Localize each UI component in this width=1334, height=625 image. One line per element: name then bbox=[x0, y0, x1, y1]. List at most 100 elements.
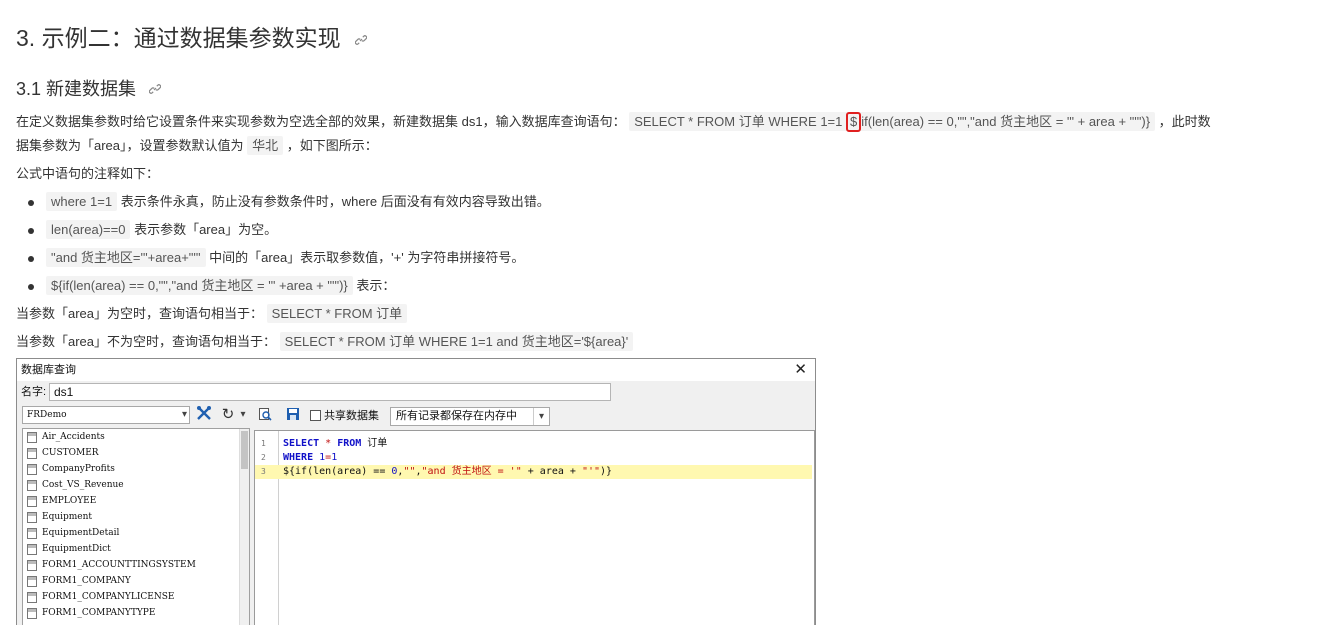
subsection-title-text: 3.1 新建数据集 bbox=[16, 79, 137, 99]
code-token: + area + bbox=[521, 466, 582, 477]
table-icon bbox=[27, 512, 37, 523]
datasource-select[interactable]: FRDemo ▾ bbox=[22, 406, 190, 424]
list-item[interactable]: CUSTOMER bbox=[23, 445, 249, 461]
paragraph-text: 当参数「area」为空时，查询语句相当于： bbox=[16, 306, 264, 321]
code-text: ${if(len(area) == 0,"","and 货主地区 = '" + … bbox=[283, 465, 612, 479]
code-token: "" bbox=[403, 466, 416, 477]
memory-option-select[interactable]: 所有记录都保存在内存中 ▾ bbox=[390, 407, 550, 426]
list-item[interactable]: Air_Accidents bbox=[23, 429, 249, 445]
highlight-box: $ bbox=[846, 112, 862, 132]
preview-icon[interactable] bbox=[256, 407, 274, 425]
chevron-down-icon[interactable]: ▾ bbox=[238, 405, 248, 425]
list-item[interactable]: FORM1_COMPANYTYPE bbox=[23, 605, 249, 621]
query-panel: 共享数据集 所有记录都保存在内存中 ▾ 1 SELECT * FROM 订单 2 WH… bbox=[254, 404, 815, 625]
tools-icon[interactable] bbox=[194, 405, 214, 425]
save-icon[interactable] bbox=[284, 407, 302, 425]
list-item[interactable]: FORM1_COMPANY bbox=[23, 573, 249, 589]
link-icon[interactable] bbox=[148, 83, 162, 98]
table-icon bbox=[27, 608, 37, 619]
paragraph-text: ，如下图所示： bbox=[286, 138, 378, 153]
name-label: 名字: bbox=[21, 386, 47, 398]
inline-code: ${if(len(area) == 0,"","and 货主地区 = '" +a… bbox=[46, 276, 353, 295]
code-text: SELECT * FROM 订单 bbox=[283, 437, 387, 451]
refresh-icon[interactable]: ↻ bbox=[218, 405, 238, 425]
list-item[interactable]: FORM1_ACCOUNTTINGSYSTEM bbox=[23, 557, 249, 573]
checkbox[interactable] bbox=[310, 410, 321, 421]
paragraph-text: 当参数「area」不为空时，查询语句相当于： bbox=[16, 334, 277, 349]
list-item[interactable]: EMPLOYEE bbox=[23, 493, 249, 509]
list-item-text: 表示条件永真，防止没有参数条件时，where 后面没有有效内容导致出错。 bbox=[120, 194, 550, 209]
scrollbar[interactable] bbox=[239, 429, 249, 625]
code-token: 1 bbox=[331, 452, 338, 463]
sql-editor[interactable]: 1 SELECT * FROM 订单 2 WHERE 1=1 3 ${if(len(are… bbox=[254, 430, 815, 625]
close-icon[interactable]: ✕ bbox=[794, 360, 807, 380]
list-item[interactable]: CompanyProfits bbox=[23, 461, 249, 477]
inline-code: SELECT * FROM 订单 bbox=[266, 304, 408, 323]
code-token: 1 bbox=[313, 452, 326, 463]
chevron-down-icon: ▾ bbox=[533, 408, 549, 425]
code-token: "'" bbox=[581, 466, 601, 477]
table-icon bbox=[27, 448, 37, 459]
name-row: 名字: ds1 bbox=[17, 381, 815, 403]
link-icon[interactable] bbox=[354, 34, 368, 49]
subsection-title: 3.1 新建数据集 bbox=[16, 75, 162, 101]
table-icon bbox=[27, 592, 37, 603]
table-icon bbox=[27, 528, 37, 539]
name-input[interactable]: ds1 bbox=[49, 383, 611, 401]
share-dataset-label: 共享数据集 bbox=[324, 410, 379, 422]
inline-code-default: 华北 bbox=[247, 136, 284, 155]
code-token: )} bbox=[600, 466, 613, 477]
list-item[interactable]: Equipment bbox=[23, 509, 249, 525]
notes-list: where 1=1 表示条件永真，防止没有参数条件时，where 后面没有有效内… bbox=[16, 188, 550, 300]
database-query-dialog: 数据库查询 ✕ 名字: ds1 FRDemo ▾ ↻ ▾ Air_Acciden… bbox=[16, 358, 816, 625]
paragraph-text: ，此时数 bbox=[1158, 114, 1211, 129]
table-icon bbox=[27, 576, 37, 587]
list-item[interactable]: EquipmentDict bbox=[23, 541, 249, 557]
scrollbar-thumb[interactable] bbox=[241, 431, 248, 469]
inline-code: where 1=1 bbox=[46, 192, 118, 211]
inline-code-query: SELECT * FROM 订单 WHERE 1=1 $ if(len(area)… bbox=[629, 112, 1156, 132]
code-token: SELECT bbox=[283, 438, 320, 449]
list-item-text: 中间的「area」表示取参数值，'+' 为字符串拼接符号。 bbox=[209, 250, 525, 265]
paragraph-text: 在定义数据集参数时给它设置条件来实现参数为空选全部的效果，新建数据集 ds1，输… bbox=[16, 114, 626, 129]
line-number: 1 bbox=[261, 439, 266, 448]
memory-option-value: 所有记录都保存在内存中 bbox=[396, 410, 517, 422]
list-item[interactable]: Cost_VS_Revenue bbox=[23, 477, 249, 493]
table-icon bbox=[27, 560, 37, 571]
datasource-value: FRDemo bbox=[27, 410, 67, 420]
list-item[interactable]: FORM1_COMPANYLICENSE bbox=[23, 589, 249, 605]
code-token: 订单 bbox=[361, 438, 388, 449]
dialog-titlebar: 数据库查询 ✕ bbox=[17, 359, 815, 381]
list-item[interactable]: EquipmentDetail bbox=[23, 525, 249, 541]
list-item-text: 表示参数「area」为空。 bbox=[134, 222, 278, 237]
inline-code: len(area)==0 bbox=[46, 220, 131, 239]
line-number: 2 bbox=[261, 453, 266, 462]
code-token: WHERE bbox=[283, 452, 314, 463]
inline-code: SELECT * FROM 订单 WHERE 1=1 and 货主地区='${a… bbox=[279, 332, 634, 351]
section-title: 3. 示例二：通过数据集参数实现 bbox=[16, 19, 368, 53]
query-toolbar: 共享数据集 所有记录都保存在内存中 ▾ bbox=[254, 404, 815, 428]
inline-code: "and 货主地区='"+area+"'" bbox=[46, 248, 206, 267]
code-token: FROM bbox=[337, 438, 362, 449]
paragraph-intro-cont: 据集参数为「area」，设置参数默认值为 华北 ，如下图所示： bbox=[16, 134, 378, 158]
code-token: "and 货主地区 = '" bbox=[421, 466, 522, 477]
list-item: where 1=1 表示条件永真，防止没有参数条件时，where 后面没有有效内… bbox=[16, 188, 550, 216]
paragraph-text: 据集参数为「area」，设置参数默认值为 bbox=[16, 138, 244, 153]
code-line[interactable]: 2 WHERE 1=1 bbox=[255, 451, 812, 465]
code-line[interactable]: 1 SELECT * FROM 订单 bbox=[255, 437, 812, 451]
table-icon bbox=[27, 496, 37, 507]
list-item: len(area)==0 表示参数「area」为空。 bbox=[16, 216, 550, 244]
paragraph-empty-case: 当参数「area」为空时，查询语句相当于： SELECT * FROM 订单 bbox=[16, 302, 408, 326]
code-token: ${if(len(area) == bbox=[283, 466, 392, 477]
code-text: WHERE 1=1 bbox=[283, 451, 337, 465]
paragraph-notes-heading: 公式中语句的注释如下： bbox=[16, 166, 160, 181]
table-icon bbox=[27, 480, 37, 491]
table-icon bbox=[27, 464, 37, 475]
dialog-title: 数据库查询 bbox=[21, 364, 76, 376]
paragraph-intro: 在定义数据集参数时给它设置条件来实现参数为空选全部的效果，新建数据集 ds1，输… bbox=[16, 110, 1211, 134]
list-item-text: 表示： bbox=[356, 278, 396, 293]
table-icon bbox=[27, 544, 37, 555]
share-dataset-checkbox[interactable]: 共享数据集 bbox=[310, 408, 379, 424]
section-title-text: 3. 示例二：通过数据集参数实现 bbox=[16, 25, 341, 51]
code-line[interactable]: 3 ${if(len(area) == 0,"","and 货主地区 = '" +… bbox=[255, 465, 812, 479]
